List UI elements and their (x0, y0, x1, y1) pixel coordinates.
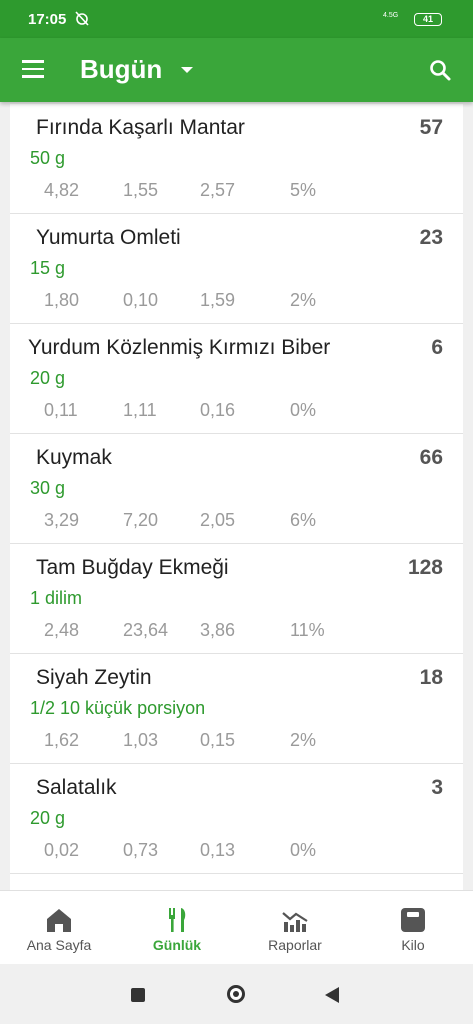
food-calories: 18 (419, 666, 443, 689)
recent-apps-icon[interactable] (131, 988, 145, 1002)
macro-value: 0,11 (44, 400, 78, 420)
page-title[interactable]: Bugün (80, 54, 162, 85)
macro-value: 2,48 (44, 620, 80, 640)
chart-icon (282, 912, 308, 932)
alarm-off-icon (75, 11, 89, 26)
macro-value: 0,73 (123, 840, 159, 860)
nav-label: Kilo (401, 937, 425, 953)
food-name: Yumurta Omleti (36, 226, 181, 249)
app-bar: Bugün (0, 38, 473, 102)
home-button-icon[interactable] (227, 985, 245, 1003)
back-icon[interactable] (325, 987, 339, 1003)
nav-label: Ana Sayfa (26, 937, 92, 953)
macro-value: 2,05 (200, 510, 236, 530)
food-name: Fırında Kaşarlı Mantar (36, 116, 245, 139)
search-icon[interactable] (428, 58, 452, 82)
macro-value: 3,86 (200, 620, 236, 640)
food-item[interactable]: Yurdum Közlenmiş Kırmızı Biber 6 20 g 0,… (10, 324, 463, 434)
macro-value: 1,80 (44, 290, 80, 310)
signal-indicator: 4.5G (383, 12, 399, 19)
food-name: Tam Buğday Ekmeği (36, 556, 229, 579)
macro-value: 1,55 (123, 180, 159, 200)
food-name: Siyah Zeytin (36, 666, 152, 689)
macro-value: 0,15 (200, 730, 236, 750)
scale-icon (401, 908, 425, 932)
food-name: Kuymak (36, 446, 112, 469)
nav-label: Günlük (152, 937, 202, 953)
chevron-down-icon[interactable] (181, 67, 193, 73)
food-item[interactable]: Tam Buğday Ekmeği 128 1 dilim 2,48 23,64… (10, 544, 463, 654)
food-item[interactable]: Kuymak 66 30 g 3,29 7,20 2,05 6% (10, 434, 463, 544)
macro-value: 0,10 (123, 290, 159, 310)
food-calories: 6 (431, 336, 443, 359)
menu-icon[interactable] (22, 60, 44, 78)
macro-value: 23,64 (123, 620, 169, 640)
food-calories: 66 (419, 446, 443, 469)
nav-item-weight[interactable]: Kilo (354, 891, 472, 965)
food-list: Fırında Kaşarlı Mantar 57 50 g 4,82 1,55… (10, 104, 463, 890)
food-portion: 1 dilim (30, 588, 83, 608)
macro-percent: 0% (290, 400, 317, 420)
macro-value: 0,02 (44, 840, 80, 860)
macro-value: 4,82 (44, 180, 80, 200)
status-time: 17:05 (28, 11, 67, 28)
macro-value: 3,29 (44, 510, 80, 530)
macro-value: 7,20 (123, 510, 159, 530)
macro-percent: 11% (290, 620, 325, 640)
battery-level: 41 (422, 14, 433, 24)
food-name: Salatalık (36, 776, 117, 799)
macro-value: 0,16 (200, 400, 236, 420)
food-item[interactable]: Fırında Kaşarlı Mantar 57 50 g 4,82 1,55… (10, 104, 463, 214)
nav-item-home[interactable]: Ana Sayfa (0, 891, 118, 965)
status-bar: 17:05 4.5G 41 (0, 0, 473, 38)
macro-percent: 6% (290, 510, 317, 530)
food-calories: 23 (419, 226, 443, 249)
macro-value: 0,13 (200, 840, 236, 860)
food-item[interactable]: Salatalık 3 20 g 0,02 0,73 0,13 0% (10, 764, 463, 874)
system-nav-bar (0, 964, 473, 1024)
food-portion: 50 g (30, 148, 66, 168)
food-calories: 128 (407, 556, 443, 579)
macro-percent: 5% (290, 180, 317, 200)
food-portion: 15 g (30, 258, 66, 278)
macro-value: 1,62 (44, 730, 80, 750)
food-item[interactable]: Yumurta Omleti 23 15 g 1,80 0,10 1,59 2% (10, 214, 463, 324)
food-portion: 20 g (30, 808, 66, 828)
battery-indicator: 41 (414, 13, 442, 26)
nav-item-daily[interactable]: Günlük (118, 891, 236, 965)
food-item[interactable]: Siyah Zeytin 18 1/2 10 küçük porsiyon 1,… (10, 654, 463, 764)
nav-item-reports[interactable]: Raporlar (236, 891, 354, 965)
food-calories: 3 (431, 776, 443, 799)
nav-label: Raporlar (268, 937, 322, 953)
macro-percent: 2% (290, 290, 317, 310)
food-portion: 20 g (30, 368, 66, 388)
macro-percent: 2% (290, 730, 317, 750)
macro-value: 2,57 (200, 180, 236, 200)
macro-percent: 0% (290, 840, 317, 860)
fork-knife-icon (169, 908, 186, 932)
home-icon (47, 909, 71, 932)
food-portion: 1/2 10 küçük porsiyon (30, 698, 206, 718)
macro-value: 1,59 (200, 290, 236, 310)
food-portion: 30 g (30, 478, 66, 498)
food-name: Yurdum Közlenmiş Kırmızı Biber (28, 336, 331, 359)
bottom-nav: Ana Sayfa Günlük Raporlar Kilo (0, 890, 473, 965)
food-calories: 57 (419, 116, 443, 139)
macro-value: 1,11 (123, 400, 157, 420)
macro-value: 1,03 (123, 730, 159, 750)
